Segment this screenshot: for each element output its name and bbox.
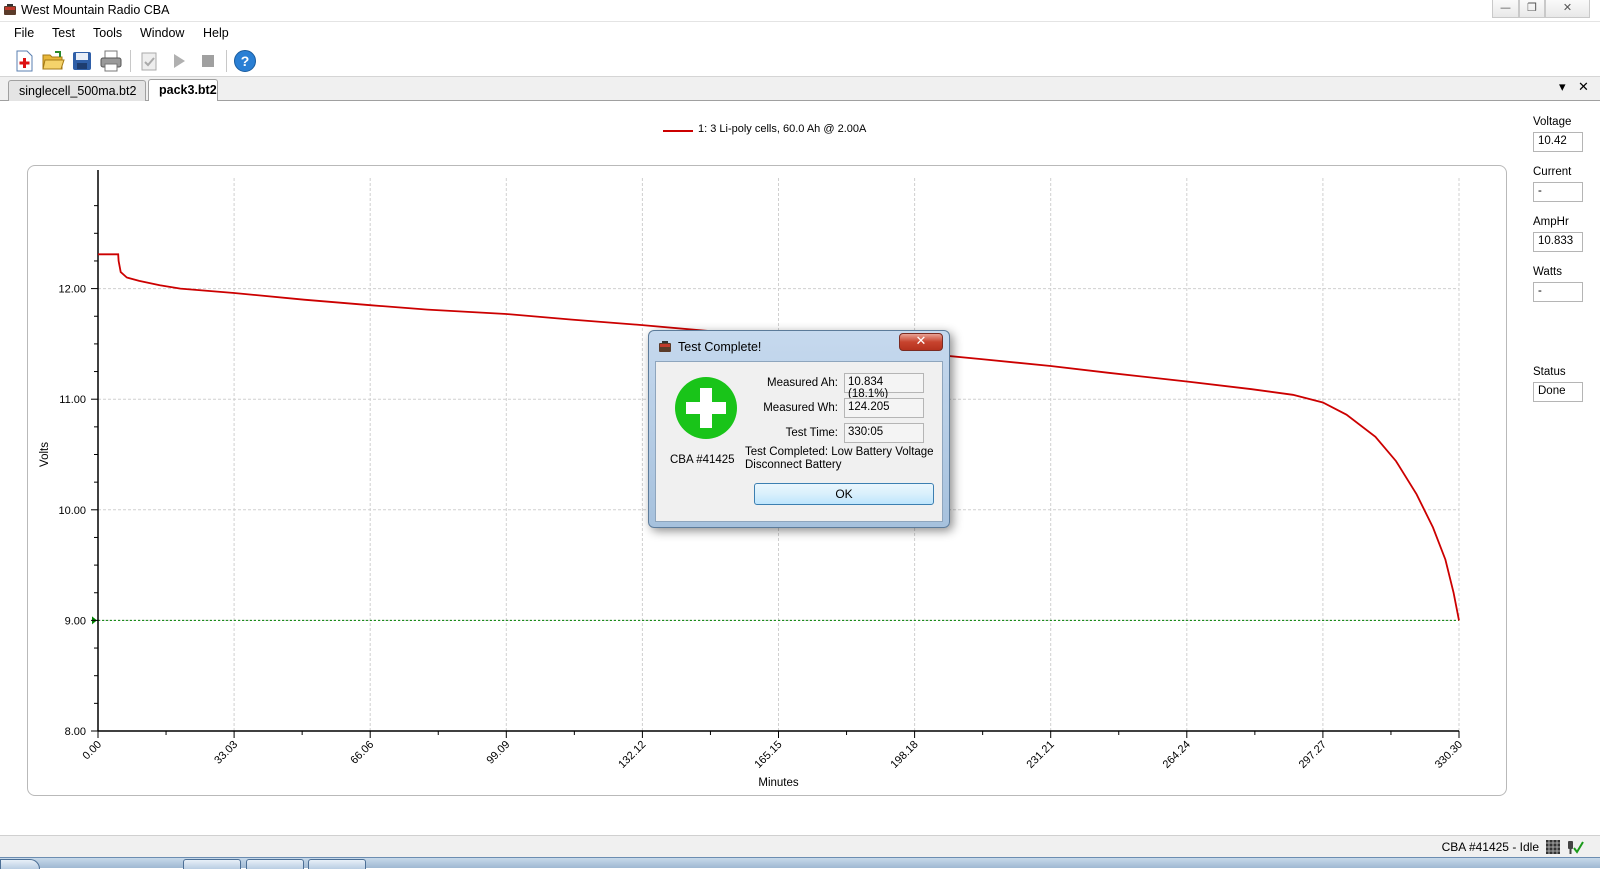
device-grid-icon [1546,840,1560,854]
amphr-value: 10.833 [1533,232,1583,252]
toolbar-separator [226,50,227,72]
x-tick-label: 330.30 [1433,739,1465,771]
close-tab-icon[interactable]: ✕ [1578,80,1589,95]
y-tick-label: 12.00 [58,284,86,296]
legend-series-swatch [663,130,693,132]
success-plus-icon [675,377,737,439]
voltage-value: 10.42 [1533,132,1583,152]
y-tick-label: 10.00 [58,505,86,517]
tab-singlecell[interactable]: singlecell_500ma.bt2 [8,80,146,101]
open-folder-icon[interactable] [41,49,65,73]
y-tick-label: 11.00 [59,394,86,406]
watts-label: Watts [1533,266,1562,278]
status-value: Done [1533,382,1583,402]
y-axis-title: Volts [39,442,51,467]
help-icon[interactable]: ? [233,49,257,73]
close-icon: ✕ [915,334,927,349]
voltage-label: Voltage [1533,116,1572,128]
measured-ah-label: Measured Ah: [767,377,838,389]
toolbar-separator [130,50,131,72]
y-tick-label: 8.00 [65,726,86,738]
app-battery-icon [4,4,16,15]
instruction-message: Disconnect Battery [745,459,842,471]
measured-wh-label: Measured Wh: [763,402,838,414]
menu-window[interactable]: Window [140,26,184,40]
x-tick-label: 165.15 [752,739,784,771]
legend-series-label: 1: 3 Li-poly cells, 60.0 Ah @ 2.00A [698,123,867,135]
device-id-label: CBA #41425 [670,454,735,466]
device-status-text: CBA #41425 - Idle [1441,840,1539,854]
new-test-icon[interactable] [12,49,36,73]
measured-ah-value: 10.834 (18.1%) [844,373,924,400]
test-time-label: Test Time: [785,427,838,439]
x-tick-label: 132.12 [616,739,648,771]
result-message: Test Completed: Low Battery Voltage [745,446,934,458]
x-tick-label: 231.21 [1025,739,1057,771]
print-icon[interactable] [99,49,123,73]
menu-test[interactable]: Test [52,26,75,40]
measured-wh-value: 124.205 [844,398,924,418]
menu-tools[interactable]: Tools [93,26,122,40]
dialog-title: Test Complete! [678,340,762,354]
x-tick-label: 33.03 [212,739,240,767]
x-tick-label: 297.27 [1297,739,1329,771]
checklist-icon[interactable] [137,49,161,73]
current-value: - [1533,182,1583,202]
window-titlebar: West Mountain Radio CBA — ❐ ✕ [0,0,1600,22]
close-window-button[interactable]: ✕ [1545,0,1590,18]
status-label: Status [1533,366,1566,378]
dialog-close-button[interactable]: ✕ [899,333,943,351]
x-tick-label: 0.00 [80,739,104,763]
toolbar: ? [0,44,1600,77]
minimize-button[interactable]: — [1492,0,1519,18]
menu-bar: File Test Tools Window Help [0,22,1600,44]
stop-icon[interactable] [196,49,220,73]
x-tick-label: 198.18 [888,739,920,771]
document-tab-strip: singlecell_500ma.bt2 pack3.bt2 ▾ ✕ [0,77,1600,101]
tab-list-dropdown-icon[interactable]: ▾ [1559,80,1566,95]
connection-ok-icon [1568,841,1584,854]
window-title: West Mountain Radio CBA [21,3,170,17]
status-bar: CBA #41425 - Idle [0,835,1600,857]
dialog-body: CBA #41425 Measured Ah: 10.834 (18.1%) M… [655,361,943,522]
svg-text:?: ? [241,53,250,69]
current-label: Current [1533,166,1572,178]
test-time-value: 330:05 [844,423,924,443]
test-complete-dialog: Test Complete! ✕ CBA #41425 Measured Ah:… [648,330,950,528]
x-tick-label: 264.24 [1161,739,1193,771]
x-axis-title: Minutes [758,777,799,789]
watts-value: - [1533,282,1583,302]
tab-pack3[interactable]: pack3.bt2 [148,79,218,101]
save-icon[interactable] [70,49,94,73]
ok-button[interactable]: OK [754,483,934,505]
menu-help[interactable]: Help [203,26,229,40]
os-taskbar [0,857,1600,869]
x-tick-label: 66.06 [348,739,376,767]
amphr-label: AmpHr [1533,216,1569,228]
x-tick-label: 99.09 [484,739,512,767]
play-icon[interactable] [167,49,191,73]
restore-button[interactable]: ❐ [1519,0,1545,18]
menu-file[interactable]: File [14,26,34,40]
y-tick-label: 9.00 [65,615,86,627]
app-battery-icon [659,341,671,352]
